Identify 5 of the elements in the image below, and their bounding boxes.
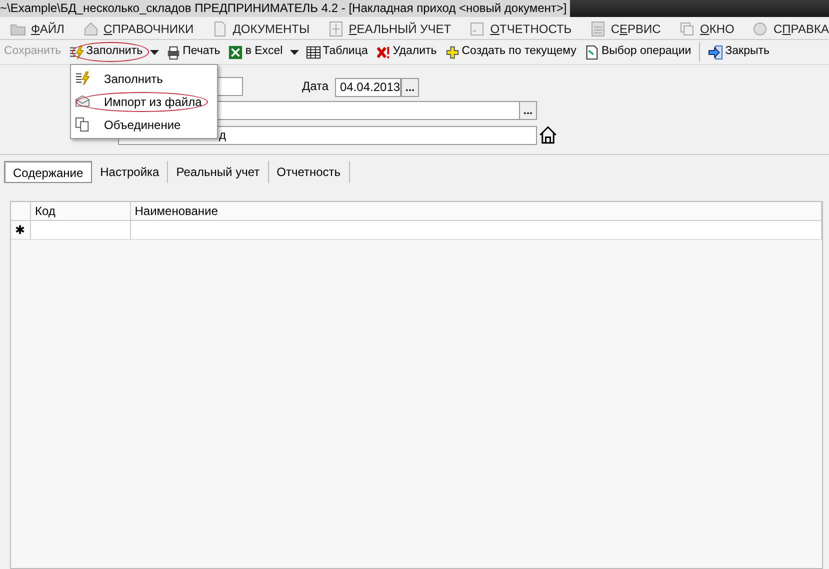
date-label: Дата [302,78,329,95]
new-row-marker: ✱ [15,223,25,237]
column-header: Код [30,202,131,220]
column-header: Наименование [130,202,822,220]
window-title: ~\Example\БД_несколько_складов ПРЕДПРИНИМАТЕЛЬ 4.2 - [Накладная приход <новый документ>] [0,0,570,17]
